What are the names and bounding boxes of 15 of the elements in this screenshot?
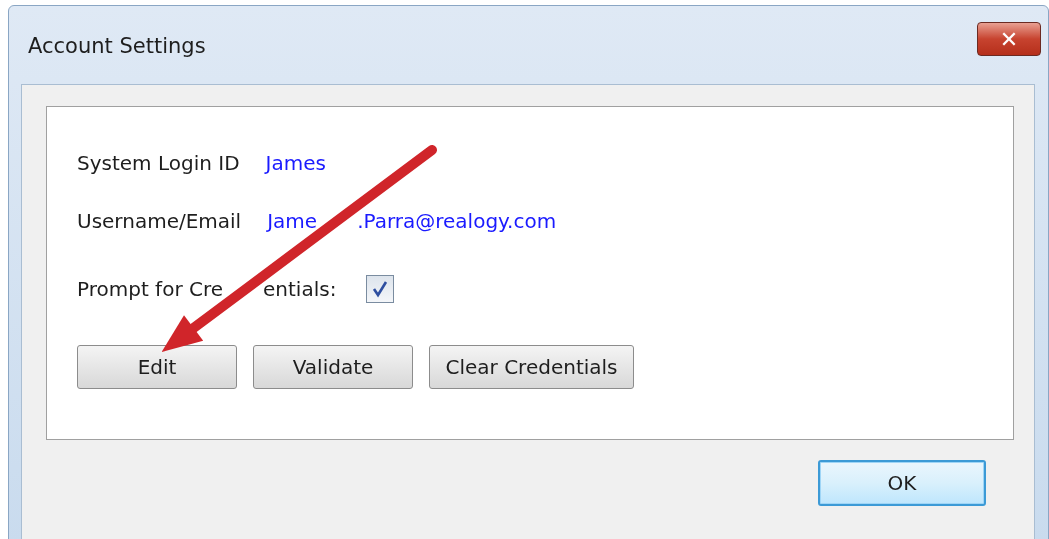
field-label: System Login ID (77, 151, 240, 177)
ok-button[interactable]: OK (818, 460, 986, 506)
close-button[interactable]: ✕ (977, 22, 1041, 56)
checkbox-label: entials: (263, 277, 337, 301)
field-label: Username/Email (77, 209, 242, 235)
prompt-checkbox[interactable] (366, 275, 395, 303)
field-value: James (265, 151, 326, 175)
action-button[interactable]: Edit (77, 345, 237, 389)
checkbox-label: Prompt for Cre (77, 277, 223, 301)
action-button[interactable]: Clear Credentials (429, 345, 634, 389)
window-title: Account Settings (28, 34, 206, 58)
action-button[interactable]: Validate (253, 345, 413, 389)
field-value: Jame (267, 209, 318, 233)
check-icon (371, 280, 390, 298)
field-value: .Parra@realogy.com (357, 209, 557, 233)
